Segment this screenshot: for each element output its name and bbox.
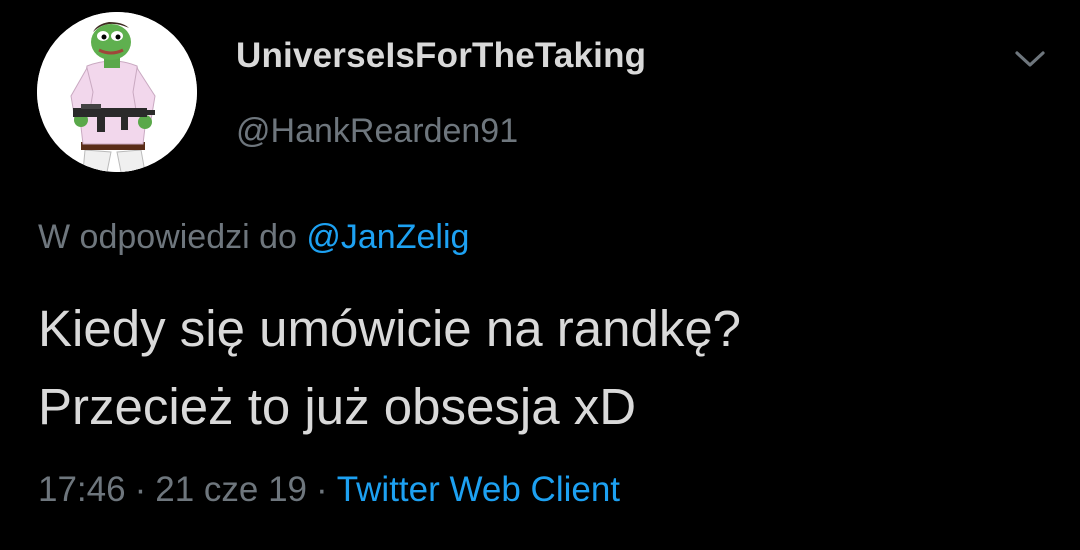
- tweet-menu-button[interactable]: [1010, 40, 1050, 80]
- avatar-illustration: [37, 12, 197, 172]
- user-handle[interactable]: @HankRearden91: [236, 112, 518, 151]
- tweet-card: UniverseIsForTheTaking @HankRearden91 W …: [0, 0, 1080, 550]
- reply-prefix: W odpowiedzi do: [38, 218, 297, 256]
- reply-mention-link[interactable]: @JanZelig: [306, 218, 469, 256]
- chevron-down-icon: [1015, 51, 1045, 67]
- tweet-text: Kiedy się umówicie na randkę? Przecież t…: [38, 290, 741, 446]
- tweet-metadata: 17:46 · 21 cze 19 · Twitter Web Client: [38, 470, 620, 510]
- meta-separator: ·: [134, 470, 147, 509]
- tweet-time[interactable]: 17:46: [38, 470, 126, 509]
- tweet-source-link[interactable]: Twitter Web Client: [337, 470, 620, 509]
- reply-context: W odpowiedzi do @JanZelig: [38, 218, 469, 257]
- tweet-date[interactable]: 21 cze 19: [155, 470, 307, 509]
- meta-separator: ·: [316, 470, 328, 509]
- avatar[interactable]: [37, 12, 197, 172]
- tweet-text-line: Przecież to już obsesja xD: [38, 378, 637, 435]
- tweet-text-line: Kiedy się umówicie na randkę?: [38, 300, 742, 357]
- display-name[interactable]: UniverseIsForTheTaking: [236, 36, 646, 76]
